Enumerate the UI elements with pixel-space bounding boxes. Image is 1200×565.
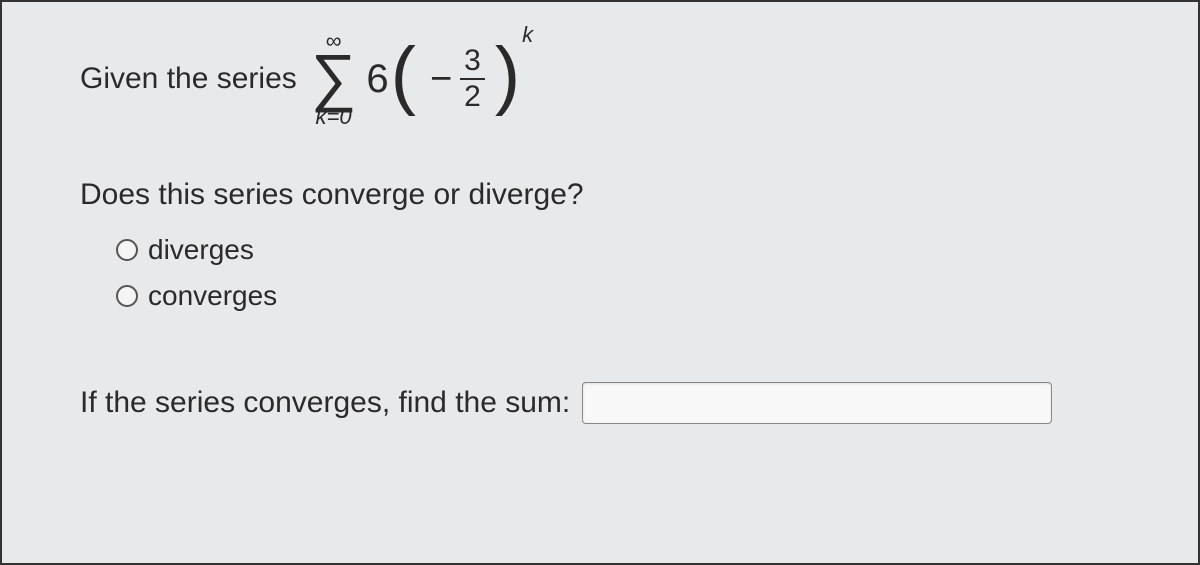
exponent: k — [522, 22, 533, 48]
sigma-eq: = — [327, 104, 340, 129]
sigma-symbol: ∑ — [311, 50, 357, 104]
sigma-start: 0 — [339, 104, 351, 129]
paren-content: − 3 2 — [416, 46, 495, 112]
radio-icon — [116, 285, 138, 307]
sum-input[interactable] — [582, 382, 1052, 424]
numerator: 3 — [460, 46, 485, 78]
coefficient: 6 — [366, 57, 388, 102]
option-converges[interactable]: converges — [116, 280, 1120, 312]
intro-text: Given the series — [80, 62, 297, 96]
sigma-notation: ∞ ∑ k=0 — [311, 30, 357, 128]
right-paren: ) — [495, 45, 520, 106]
fraction: 3 2 — [460, 46, 485, 112]
option-label: converges — [148, 280, 277, 312]
sum-prompt-text: If the series converges, find the sum: — [80, 386, 570, 420]
option-label: diverges — [148, 234, 254, 266]
series-expression: Given the series ∞ ∑ k=0 6 ( − 3 2 ) k — [80, 30, 1120, 128]
radio-icon — [116, 239, 138, 261]
sum-prompt-line: If the series converges, find the sum: — [80, 382, 1120, 424]
radio-options: diverges converges — [116, 234, 1120, 312]
option-diverges[interactable]: diverges — [116, 234, 1120, 266]
left-paren: ( — [391, 45, 416, 106]
sigma-lower-limit: k=0 — [316, 106, 352, 128]
question-text: Does this series converge or diverge? — [80, 178, 1120, 212]
question-content: Given the series ∞ ∑ k=0 6 ( − 3 2 ) k D… — [0, 0, 1200, 454]
denominator: 2 — [460, 80, 485, 112]
minus-sign: − — [430, 58, 452, 101]
sigma-index-var: k — [316, 104, 327, 129]
